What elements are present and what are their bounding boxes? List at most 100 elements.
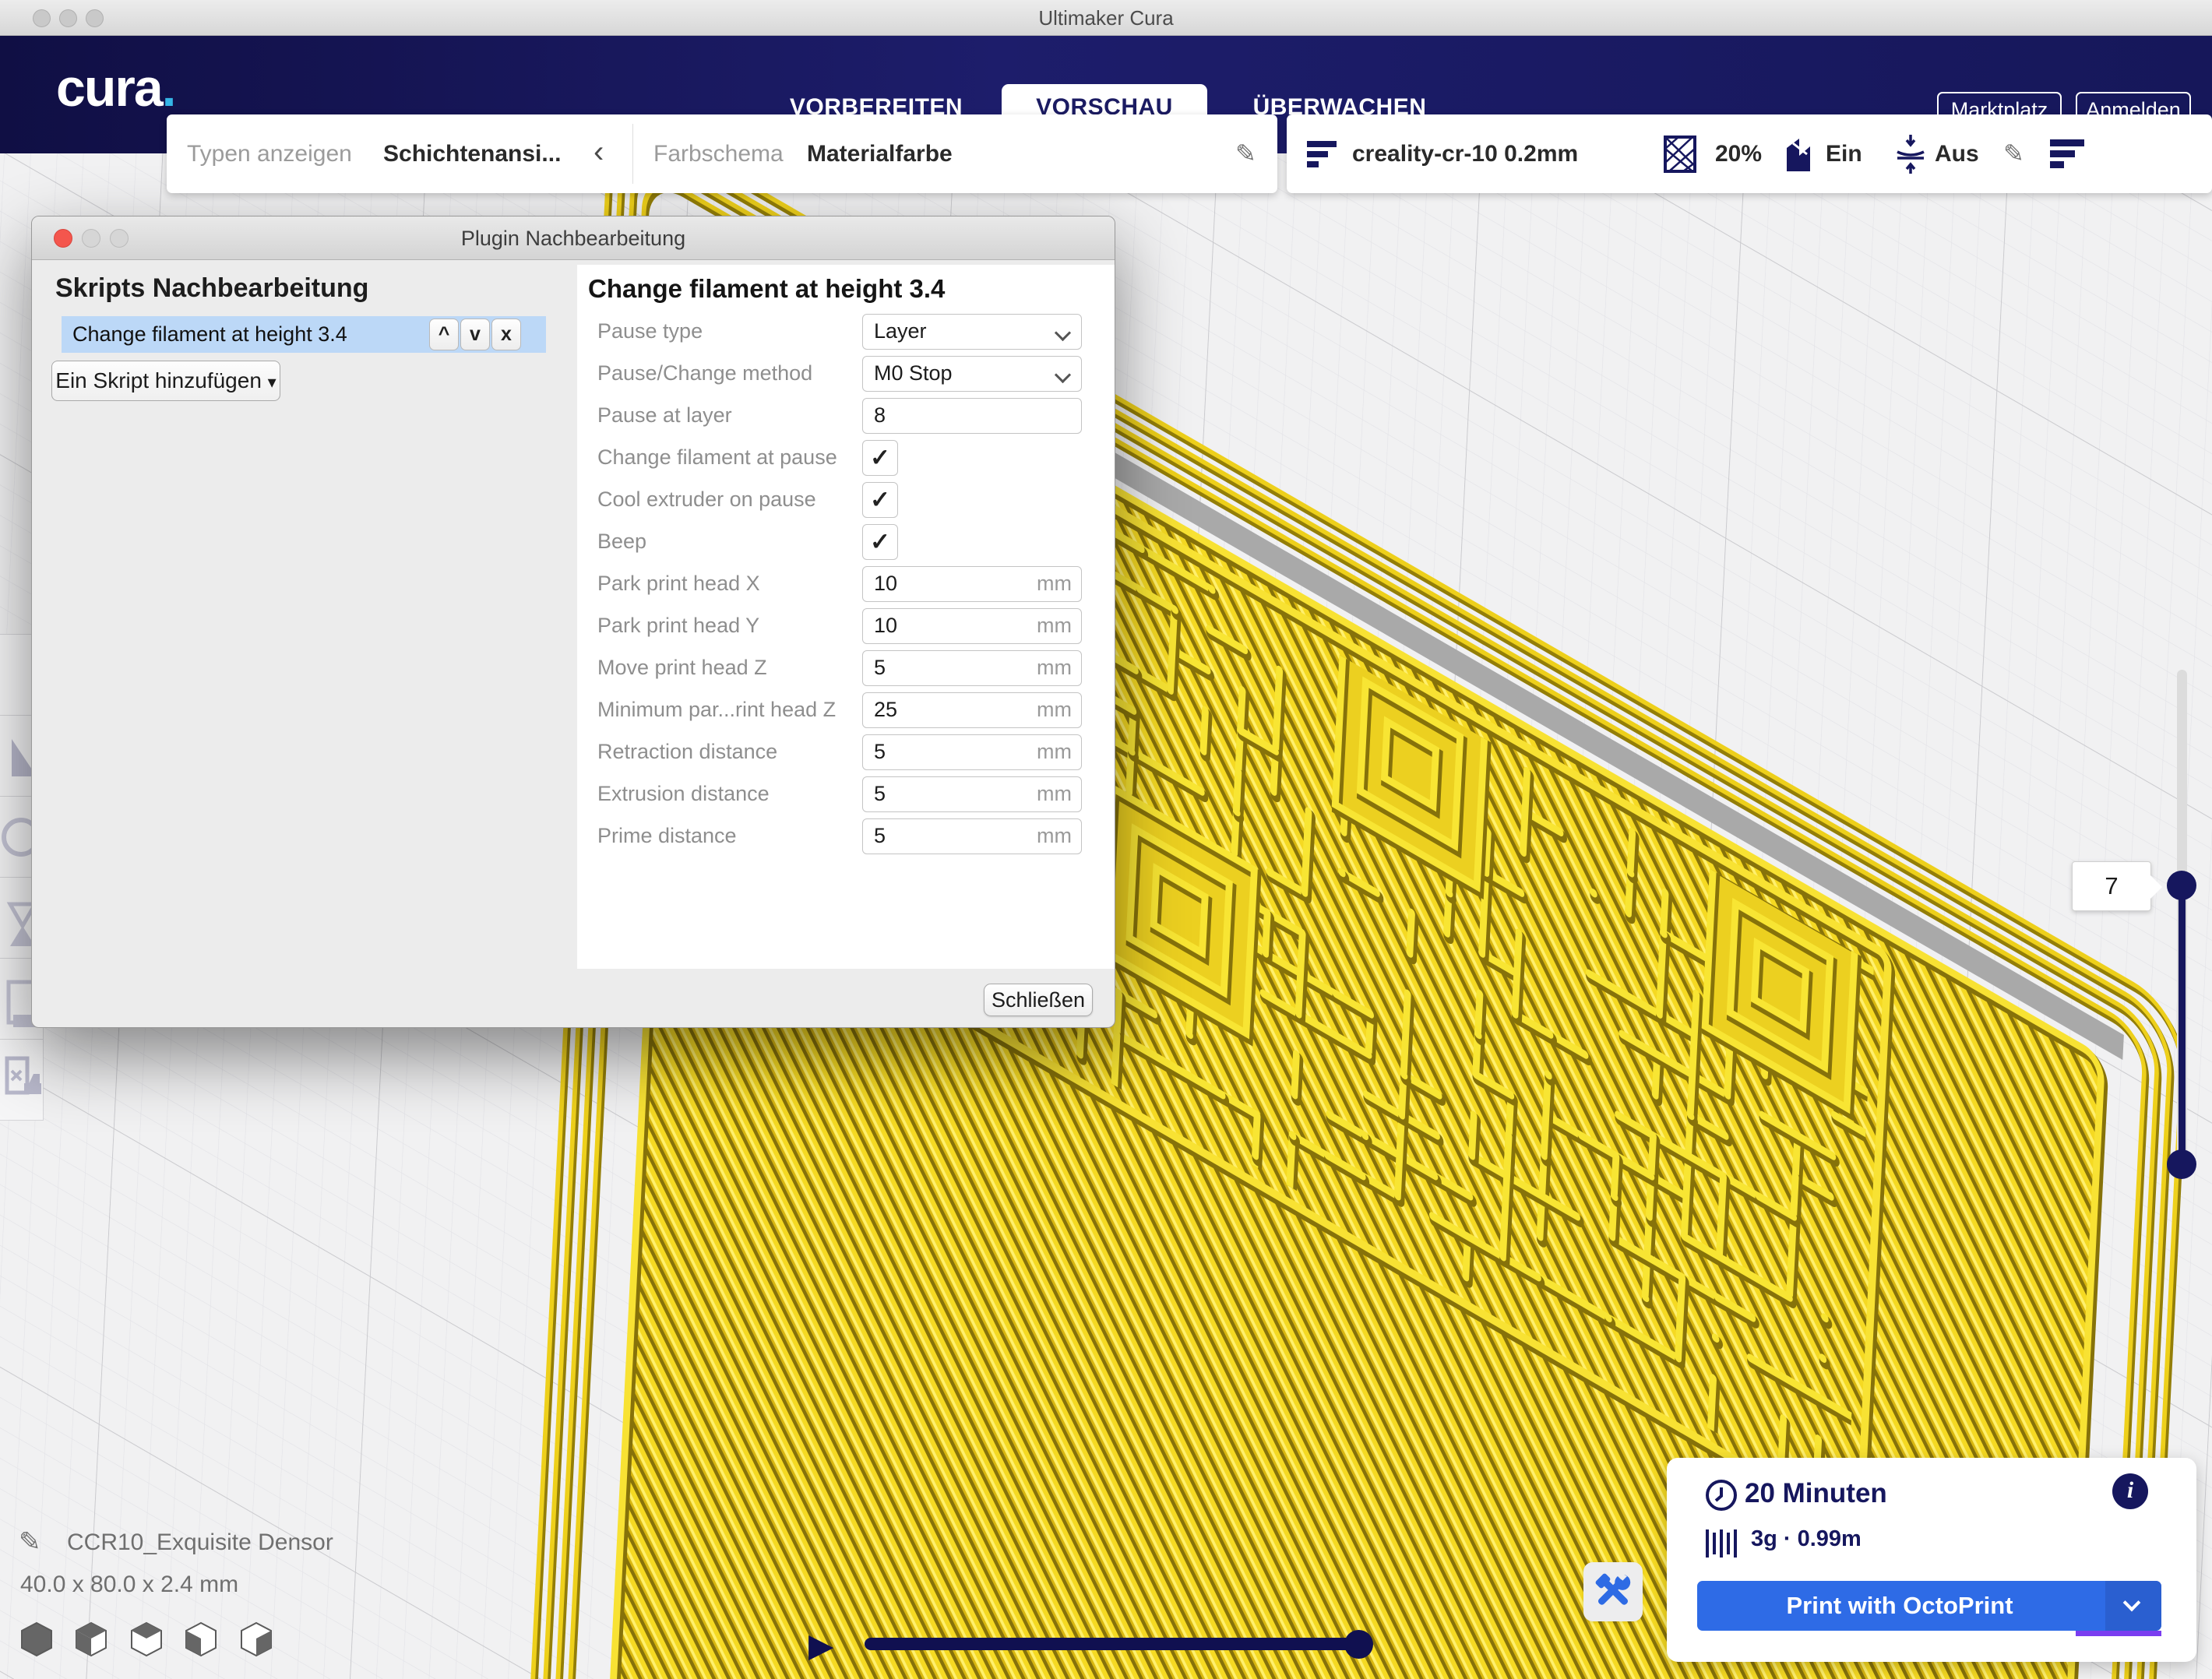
- adhesion-value[interactable]: Aus: [1935, 114, 1979, 193]
- field-label: Pause type: [597, 310, 703, 352]
- simulation-timeline[interactable]: [865, 1638, 1365, 1650]
- form-row-park-print-head-x: Park print head X 10 mm: [577, 562, 1115, 604]
- adhesion-icon: [1893, 133, 1928, 177]
- wrench-hammer-icon: [1583, 1562, 1643, 1621]
- view-type-select[interactable]: Schichtenansi...: [383, 114, 561, 193]
- info-icon[interactable]: i: [2112, 1473, 2148, 1509]
- form-row-park-print-head-y: Park print head Y10mm: [577, 604, 1115, 646]
- dialog-zoom-button[interactable]: [110, 229, 129, 248]
- view-front-icon[interactable]: [75, 1621, 109, 1657]
- view-3d-icon[interactable]: [20, 1621, 55, 1657]
- add-script-dropdown[interactable]: Ein Skript hinzufügen ▾: [51, 361, 280, 401]
- view-right-icon[interactable]: [240, 1621, 274, 1657]
- form-row-move-print-head-z: Move print head Z5mm: [577, 646, 1115, 688]
- edit-print-setup-pencil-icon[interactable]: ✎: [2003, 114, 2024, 193]
- input-field[interactable]: 5mm: [862, 818, 1082, 854]
- form-row-change-filament-at-pause: Change filament at pause ✓: [577, 436, 1115, 478]
- settings-bars-icon[interactable]: [2048, 138, 2087, 172]
- view-left-icon[interactable]: [185, 1621, 219, 1657]
- field-unit: mm: [1037, 819, 1072, 853]
- selected-script-label: Change filament at height 3.4: [72, 322, 347, 346]
- octoprint-accent: [2076, 1631, 2161, 1636]
- field-label: Extrusion distance: [597, 773, 770, 815]
- cura-window: Ultimaker Cura cura. VORBEREITEN VORSCHA…: [0, 0, 2212, 1679]
- print-with-octoprint-button[interactable]: Print with OctoPrint: [1697, 1581, 2161, 1631]
- support-icon: [1784, 136, 1819, 174]
- collapse-chevron-icon[interactable]: ‹: [594, 114, 604, 193]
- checkbox-field[interactable]: ✓: [862, 440, 898, 476]
- adjust-tools-button[interactable]: [1583, 1562, 1643, 1621]
- input-field[interactable]: 25mm: [862, 692, 1082, 728]
- view-top-icon[interactable]: [130, 1621, 164, 1657]
- chevron-down-icon: [1055, 367, 1071, 383]
- select-field[interactable]: Layer: [862, 314, 1082, 350]
- infill-icon: [1663, 135, 1702, 175]
- support-value[interactable]: Ein: [1826, 114, 1862, 193]
- form-row-extrusion-distance: Extrusion distance 5mm: [577, 773, 1115, 815]
- move-script-up-button[interactable]: ^: [429, 319, 459, 350]
- printer-profile-value[interactable]: creality-cr-10 0.2mm: [1352, 114, 1578, 193]
- move-script-down-button[interactable]: v: [460, 319, 490, 350]
- field-label: Pause at layer: [597, 394, 732, 436]
- camera-view-buttons: [20, 1621, 291, 1661]
- remove-script-button[interactable]: x: [491, 319, 521, 350]
- dialog-minimize-button[interactable]: [82, 229, 100, 248]
- support-blocker-button[interactable]: [0, 1039, 44, 1121]
- layer-value-badge: 7: [2072, 861, 2151, 911]
- field-value: 10: [874, 567, 897, 600]
- checkbox-field[interactable]: ✓: [862, 524, 898, 560]
- simulation-play-button[interactable]: ▶: [808, 1626, 833, 1664]
- view-type-label: Typen anzeigen: [187, 114, 352, 193]
- layer-slider-lower-handle[interactable]: [2167, 1149, 2196, 1179]
- dialog-titlebar[interactable]: Plugin Nachbearbeitung: [32, 216, 1115, 260]
- field-value: 5: [874, 777, 886, 811]
- layer-slider-upper-handle[interactable]: [2167, 871, 2196, 900]
- input-field[interactable]: 10mm: [862, 608, 1082, 644]
- rename-model-pencil-icon[interactable]: ✎: [19, 1526, 41, 1558]
- material-usage: 3g · 0.99m: [1751, 1526, 1862, 1552]
- field-value: 25: [874, 693, 897, 727]
- form-row-beep: Beep✓: [577, 520, 1115, 562]
- field-label: Change filament at pause: [597, 436, 837, 478]
- layer-badge-pointer: [2150, 875, 2162, 899]
- field-value: 8: [874, 399, 886, 432]
- field-value: M0 Stop: [874, 357, 953, 390]
- infill-value[interactable]: 20%: [1715, 114, 1762, 193]
- field-value: 10: [874, 609, 897, 642]
- field-unit: mm: [1037, 651, 1072, 685]
- dialog-close-button[interactable]: [54, 229, 72, 248]
- input-field[interactable]: 10 mm: [862, 566, 1082, 602]
- dropdown-arrow-icon: ▾: [268, 372, 276, 392]
- field-label: Minimum par...rint head Z: [597, 688, 836, 730]
- post-processing-dialog: Plugin Nachbearbeitung Skripts Nachbearb…: [31, 216, 1115, 1028]
- edit-view-pencil-icon[interactable]: ✎: [1235, 114, 1256, 193]
- print-setup-toolbar[interactable]: creality-cr-10 0.2mm 20% Ein Aus ✎: [1287, 114, 2212, 193]
- field-label: Park print head X: [597, 562, 760, 604]
- input-field[interactable]: 5mm: [862, 650, 1082, 686]
- model-dimensions: 40.0 x 80.0 x 2.4 mm: [20, 1572, 238, 1598]
- printer-profile-icon: [1304, 138, 1340, 172]
- field-label: Cool extruder on pause: [597, 478, 816, 520]
- field-label: Pause/Change method: [597, 352, 812, 394]
- form-row-minimum-par-rint-head-z: Minimum par...rint head Z 25mm: [577, 688, 1115, 730]
- dialog-close-action-button[interactable]: Schließen: [984, 984, 1093, 1016]
- checkbox-field[interactable]: ✓: [862, 482, 898, 518]
- simulation-timeline-knob[interactable]: [1344, 1630, 1373, 1659]
- field-value: Layer: [874, 315, 927, 348]
- script-settings-panel: Change filament at height 3.4 Pause type…: [577, 265, 1115, 969]
- form-row-prime-distance: Prime distance5mm: [577, 815, 1115, 857]
- input-field[interactable]: 5mm: [862, 776, 1082, 812]
- layer-value: 7: [2105, 872, 2118, 899]
- selected-script-item[interactable]: Change filament at height 3.4 ^ v x: [62, 316, 546, 353]
- color-scheme-select[interactable]: Materialfarbe: [807, 114, 953, 193]
- input-field[interactable]: 8: [862, 398, 1082, 434]
- cura-logo-dot: .: [162, 58, 175, 118]
- field-unit: mm: [1037, 567, 1072, 600]
- form-row-cool-extruder-on-pause: Cool extruder on pause ✓: [577, 478, 1115, 520]
- select-field[interactable]: M0 Stop: [862, 356, 1082, 392]
- scripts-heading: Skripts Nachbearbeitung: [55, 273, 368, 304]
- input-field[interactable]: 5mm: [862, 734, 1082, 770]
- print-options-dropdown[interactable]: [2105, 1581, 2161, 1631]
- field-label: Retraction distance: [597, 730, 777, 773]
- form-row-pause-type: Pause type Layer: [577, 310, 1115, 352]
